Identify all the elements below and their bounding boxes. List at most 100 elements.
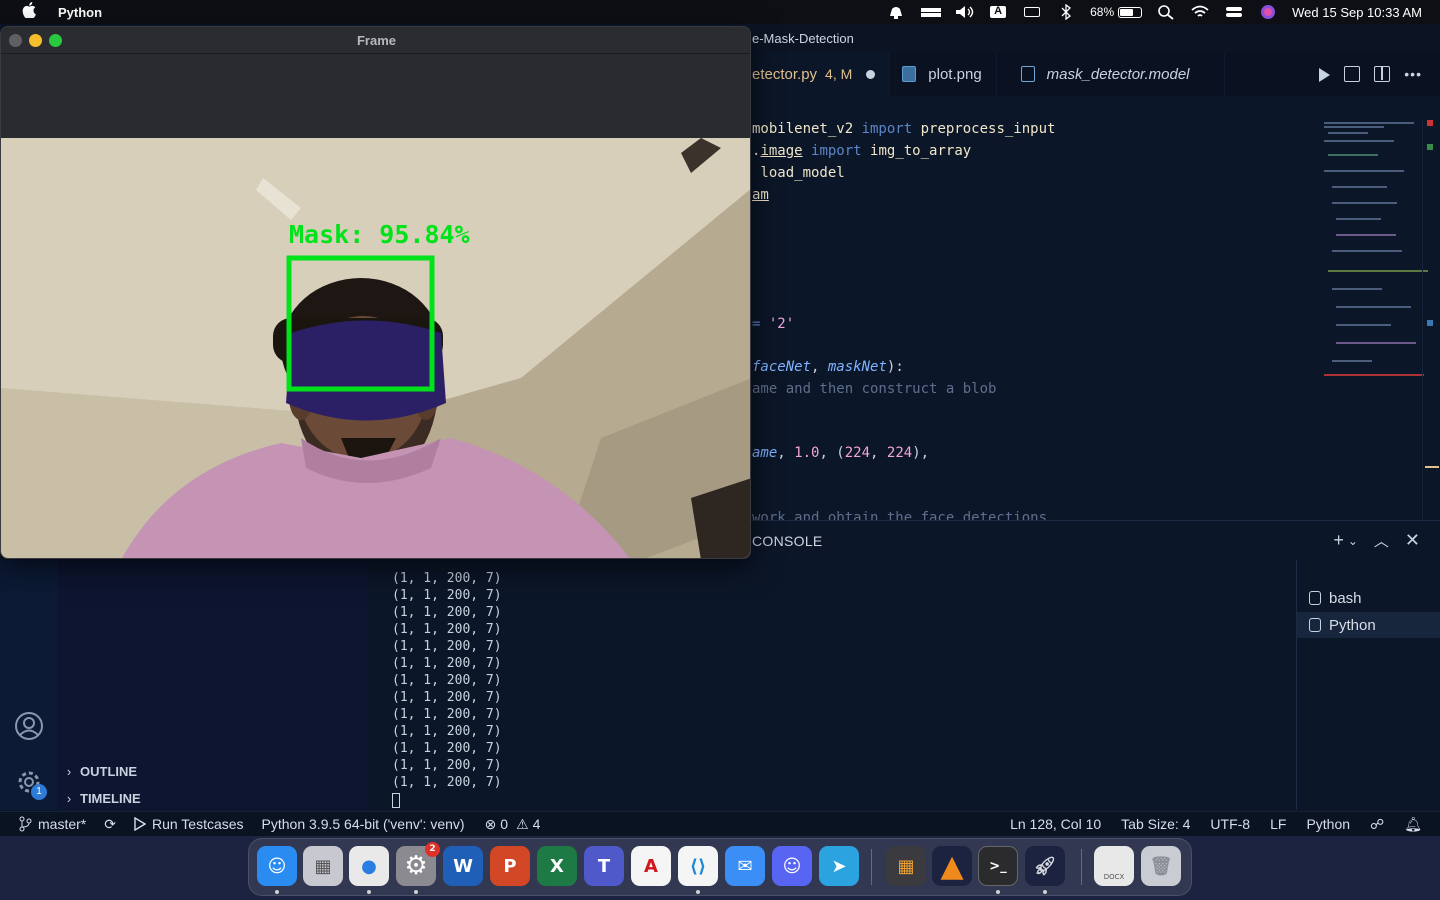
terminal-line: (1, 1, 200, 7) — [392, 707, 502, 722]
code-line: ame, 1.0, (224, 224), — [752, 445, 930, 461]
tab-plot-png[interactable]: plot.png — [890, 52, 997, 96]
chrome-icon[interactable]: ● — [349, 846, 389, 886]
excel-icon[interactable]: X — [537, 846, 577, 886]
webcam-image: Mask: 95.84% — [1, 138, 750, 558]
more-actions-icon[interactable]: ••• — [1404, 66, 1422, 82]
terminal-item-python[interactable]: Python — [1297, 612, 1440, 638]
code-line: work and obtain the face detections — [752, 510, 1048, 520]
app-name[interactable]: Python — [58, 5, 102, 20]
acrobat-icon[interactable]: A — [631, 846, 671, 886]
minimap[interactable] — [1314, 120, 1428, 520]
telegram-icon[interactable]: ➤ — [819, 846, 859, 886]
running-indicator — [275, 890, 279, 894]
branch-indicator[interactable]: master* — [18, 812, 86, 837]
tab-size[interactable]: Tab Size: 4 — [1121, 816, 1190, 832]
terminal-line: (1, 1, 200, 7) — [392, 622, 502, 637]
battery-indicator[interactable]: 68% — [1090, 5, 1143, 19]
terminal-list: bash Python — [1296, 560, 1440, 810]
apple-menu-icon[interactable] — [20, 2, 38, 22]
terminal-icon — [1309, 591, 1321, 605]
tab-detector-py[interactable]: etector.py 4, M — [750, 52, 891, 96]
camera-feed: Mask: 95.84% — [1, 138, 750, 558]
search-icon[interactable] — [1156, 4, 1176, 20]
clock[interactable]: Wed 15 Sep 10:33 AM — [1292, 5, 1422, 20]
gear-icon[interactable]: ⚙ 2 — [396, 842, 440, 886]
input-source-icon[interactable]: A — [988, 4, 1008, 20]
timeline-section[interactable]: › TIMELINE — [58, 785, 368, 811]
terminal-output[interactable]: (1, 1, 200, 7) (1, 1, 200, 7) (1, 1, 200… — [368, 560, 1296, 810]
bluetooth-icon[interactable] — [1056, 3, 1076, 21]
battery-percent: 68% — [1090, 5, 1115, 19]
vscode-icon[interactable]: ⟨⟩ — [678, 846, 718, 886]
outline-section[interactable]: › OUTLINE — [58, 758, 368, 784]
run-icon[interactable] — [1319, 68, 1331, 82]
frame-title: Frame — [356, 33, 397, 48]
line-ending[interactable]: LF — [1270, 816, 1286, 832]
dock-separator — [1081, 849, 1082, 885]
discord-icon[interactable]: ☺ — [772, 846, 812, 886]
control-center-icon[interactable] — [1224, 4, 1244, 20]
split-editor-icon[interactable] — [1374, 66, 1391, 82]
tab-mask-detector-model[interactable]: mask_detector.model — [997, 52, 1225, 96]
code-line: load_model — [752, 165, 845, 181]
terminal-line: (1, 1, 200, 7) — [392, 724, 502, 739]
mail-icon[interactable]: ✉ — [725, 846, 765, 886]
detection-label: Mask: 95.84% — [289, 220, 470, 249]
close-panel-icon[interactable]: ✕ — [1405, 530, 1420, 551]
chevron-down-icon[interactable]: ⌄ — [1348, 534, 1358, 548]
maximize-panel-icon[interactable]: ︿ — [1374, 530, 1389, 551]
volume-icon[interactable] — [954, 4, 974, 20]
terminal-line: (1, 1, 200, 7) — [392, 656, 502, 671]
notifications-bell-icon[interactable]: 🔔︎ — [1404, 816, 1422, 833]
modified-dot-icon[interactable] — [866, 69, 876, 79]
problems-indicator[interactable]: ⊗ 0 ⚠ 4 — [485, 812, 541, 837]
panel-header: CONSOLE + ⌄ ︿ ✕ — [750, 520, 1440, 560]
drive-icon[interactable] — [920, 4, 942, 20]
terminal-line: (1, 1, 200, 7) — [392, 673, 502, 688]
document-icon[interactable]: DOCX — [1094, 846, 1134, 886]
editor-scrollbar[interactable] — [1422, 120, 1440, 520]
terminal-line: (1, 1, 200, 7) — [392, 571, 502, 586]
vlc-icon[interactable]: ▲ — [932, 846, 972, 886]
menu-bar: Python A 68% Wed 15 Sep 10:33 AM — [0, 0, 1440, 24]
new-terminal-icon[interactable]: + — [1333, 530, 1344, 551]
siri-icon[interactable] — [1258, 4, 1278, 20]
word-icon[interactable]: W — [443, 846, 483, 886]
interpreter-selector[interactable]: Python 3.9.5 64-bit ('venv': venv) — [262, 812, 465, 837]
tab-console[interactable]: CONSOLE — [752, 533, 823, 549]
terminal-line: (1, 1, 200, 7) — [392, 775, 502, 790]
compare-changes-icon[interactable] — [1344, 66, 1361, 82]
trash-icon[interactable]: 🗑︎ — [1141, 846, 1181, 886]
notification-icon[interactable] — [886, 4, 906, 20]
frame-titlebar[interactable]: Frame — [1, 27, 750, 54]
teams-icon[interactable]: T — [584, 846, 624, 886]
finder-icon[interactable]: ☺ — [257, 846, 297, 886]
terminal-line: (1, 1, 200, 7) — [392, 588, 502, 603]
feedback-icon[interactable]: ☍ — [1370, 816, 1384, 833]
settings-gear-icon[interactable]: 1 — [13, 766, 47, 800]
cursor-position[interactable]: Ln 128, Col 10 — [1010, 816, 1101, 832]
window-icon[interactable] — [1022, 4, 1042, 20]
editor-tabs: etector.py 4, M plot.png mask_detector.m… — [750, 52, 1440, 96]
running-indicator — [1043, 890, 1047, 894]
code-editor[interactable]: mobilenet_v2 import preprocess_input .im… — [750, 96, 1310, 520]
tab-label: plot.png — [928, 65, 982, 83]
run-testcases-button[interactable]: Run Testcases — [134, 812, 244, 837]
code-line: mobilenet_v2 import preprocess_input — [752, 121, 1056, 137]
terminal-item-bash[interactable]: bash — [1297, 585, 1440, 611]
code-line: ame and then construct a blob — [752, 381, 997, 397]
rocket-icon[interactable]: 🚀︎ — [1025, 846, 1065, 886]
powerpoint-icon[interactable]: P — [490, 846, 530, 886]
calculator-icon[interactable]: ▦ — [886, 846, 926, 886]
encoding[interactable]: UTF-8 — [1210, 816, 1250, 832]
account-icon[interactable] — [13, 710, 45, 742]
language-mode[interactable]: Python — [1306, 816, 1350, 832]
code-line: am — [752, 187, 769, 203]
play-icon — [134, 817, 146, 831]
terminal-icon[interactable]: >_ — [978, 846, 1018, 886]
wifi-icon[interactable] — [1190, 4, 1210, 20]
dock-separator — [871, 849, 872, 885]
launchpad-icon[interactable]: ▦ — [303, 846, 343, 886]
sync-icon[interactable]: ⟳ — [104, 812, 116, 837]
running-indicator — [996, 890, 1000, 894]
